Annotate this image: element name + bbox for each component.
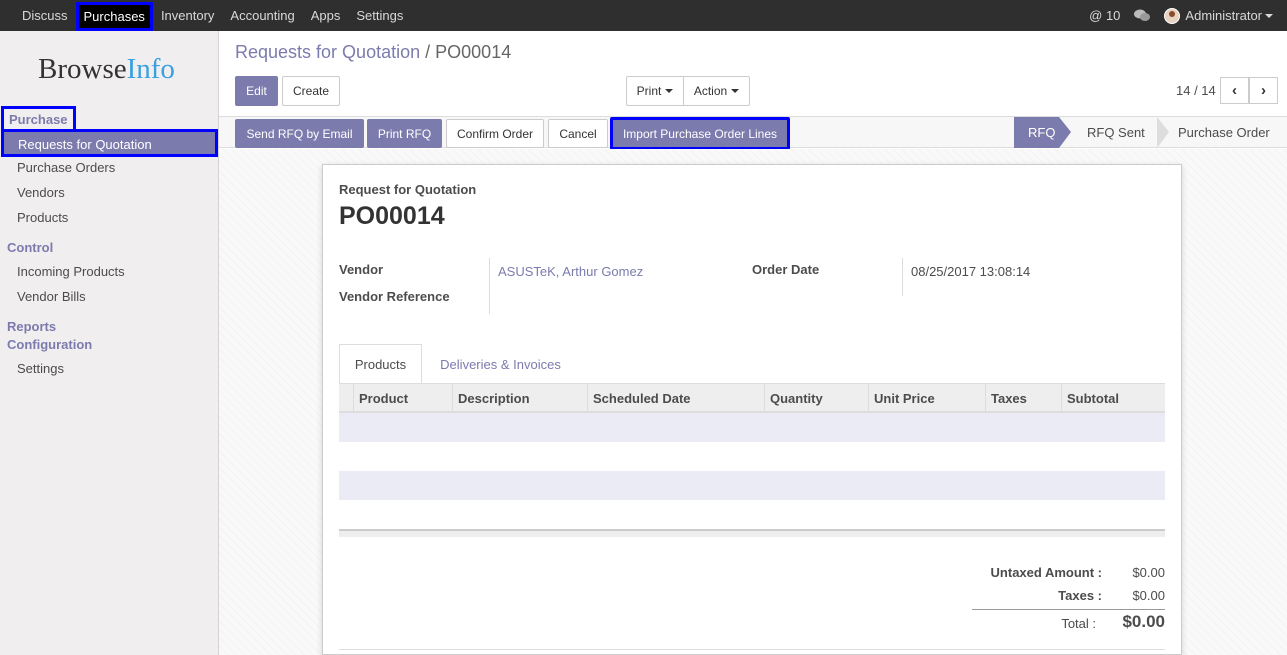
send-rfq-by-email-button[interactable]: Send RFQ by Email <box>235 119 364 148</box>
tab-deliveries-invoices[interactable]: Deliveries & Invoices <box>428 344 573 384</box>
table-footer <box>339 529 1165 537</box>
notifications-counter[interactable]: @ 10 <box>1089 8 1120 23</box>
sidebar-section-reports[interactable]: Reports <box>7 319 56 334</box>
menu-purchases[interactable]: Purchases <box>75 1 153 31</box>
notes-divider <box>339 649 1165 650</box>
table-row <box>339 500 1165 529</box>
column-header-scheduled-date[interactable]: Scheduled Date <box>587 384 764 412</box>
form-statusbar: Send RFQ by Email Print RFQ Confirm Orde… <box>219 116 1287 150</box>
stage-rfq[interactable]: RFQ <box>1014 117 1059 148</box>
column-header-description[interactable]: Description <box>452 384 587 412</box>
pager-next-button[interactable]: › <box>1249 77 1278 104</box>
print-rfq-button[interactable]: Print RFQ <box>367 119 442 148</box>
caret-down-icon <box>731 89 740 93</box>
sidebar-section-control[interactable]: Control <box>7 240 53 255</box>
sidebar-item-vendor-bills[interactable]: Vendor Bills <box>17 289 86 304</box>
breadcrumb-separator: / <box>425 42 431 62</box>
app-menu: Discuss Purchases Inventory Accounting A… <box>14 0 411 31</box>
cancel-button[interactable]: Cancel <box>548 119 608 148</box>
untaxed-amount-label: Untaxed Amount : <box>990 565 1102 580</box>
table-row <box>339 442 1165 471</box>
field-divider <box>489 258 490 314</box>
order-lines-header: Product Description Scheduled Date Quant… <box>339 384 1165 413</box>
breadcrumb: Requests for Quotation / PO00014 <box>235 42 511 63</box>
stage-arrow <box>1157 117 1169 148</box>
column-header-taxes[interactable]: Taxes <box>985 384 1061 412</box>
avatar <box>1164 7 1181 24</box>
sidebar-item-incoming-products[interactable]: Incoming Products <box>17 264 125 279</box>
stage-arrow <box>1059 117 1071 148</box>
vendor-field[interactable]: ASUSTeK, Arthur Gomez <box>498 264 643 279</box>
untaxed-amount-value: $0.00 <box>1132 565 1165 580</box>
import-purchase-order-lines-button[interactable]: Import Purchase Order Lines <box>610 117 790 150</box>
top-navbar: Discuss Purchases Inventory Accounting A… <box>0 0 1287 31</box>
taxes-label: Taxes : <box>1058 588 1102 603</box>
column-header-quantity[interactable]: Quantity <box>764 384 868 412</box>
edit-button[interactable]: Edit <box>235 76 278 106</box>
vendor-label: Vendor <box>339 262 384 277</box>
action-dropdown[interactable]: Action <box>683 76 750 106</box>
sidebar-item-products[interactable]: Products <box>17 210 68 225</box>
column-header-unit-price[interactable]: Unit Price <box>868 384 985 412</box>
document-title: PO00014 <box>339 202 445 230</box>
total-label: Total : <box>1061 616 1096 631</box>
vendor-reference-label: Vendor Reference <box>339 289 450 304</box>
totals-divider <box>972 609 1165 610</box>
total-value: $0.00 <box>1122 612 1165 631</box>
menu-accounting[interactable]: Accounting <box>222 0 302 31</box>
order-date-label: Order Date <box>752 262 820 277</box>
sidebar-item-requests-for-quotation[interactable]: Requests for Quotation <box>1 129 218 157</box>
chat-icon[interactable] <box>1134 9 1151 22</box>
table-row <box>339 413 1165 442</box>
pager-previous-button[interactable]: ‹ <box>1220 77 1249 104</box>
chevron-left-icon: ‹ <box>1232 82 1237 99</box>
print-dropdown[interactable]: Print <box>626 76 684 106</box>
chevron-right-icon: › <box>1261 82 1266 99</box>
sidebar-item-settings[interactable]: Settings <box>17 361 64 376</box>
sidebar-item-vendors[interactable]: Vendors <box>17 185 65 200</box>
sidebar-item-purchase-orders[interactable]: Purchase Orders <box>17 160 115 175</box>
breadcrumb-current: PO00014 <box>435 42 512 62</box>
field-divider <box>902 258 903 296</box>
stage-rfq-sent[interactable]: RFQ Sent <box>1087 117 1157 148</box>
document-type-label: Request for Quotation <box>339 182 477 197</box>
tab-products[interactable]: Products <box>339 344 422 384</box>
confirm-order-button[interactable]: Confirm Order <box>446 119 544 148</box>
company-logo: BrowseInfo <box>38 53 175 85</box>
menu-settings[interactable]: Settings <box>348 0 411 31</box>
create-button[interactable]: Create <box>282 76 340 106</box>
menu-discuss[interactable]: Discuss <box>14 0 76 31</box>
sidebar-section-configuration[interactable]: Configuration <box>7 337 92 352</box>
order-date-field[interactable]: 08/25/2017 13:08:14 <box>911 264 1030 279</box>
menu-inventory[interactable]: Inventory <box>153 0 222 31</box>
menu-apps[interactable]: Apps <box>303 0 349 31</box>
taxes-value: $0.00 <box>1132 588 1165 603</box>
breadcrumb-parent[interactable]: Requests for Quotation <box>235 42 420 62</box>
caret-down-icon <box>665 89 674 93</box>
column-header-product[interactable]: Product <box>353 384 453 412</box>
pager-value: 14 / 14 <box>1176 83 1216 98</box>
table-row <box>339 471 1165 500</box>
stage-purchase-order[interactable]: Purchase Order <box>1178 117 1283 148</box>
caret-down-icon <box>1265 13 1273 18</box>
column-header-subtotal[interactable]: Subtotal <box>1061 384 1165 412</box>
user-menu[interactable]: Administrator <box>1164 7 1273 24</box>
